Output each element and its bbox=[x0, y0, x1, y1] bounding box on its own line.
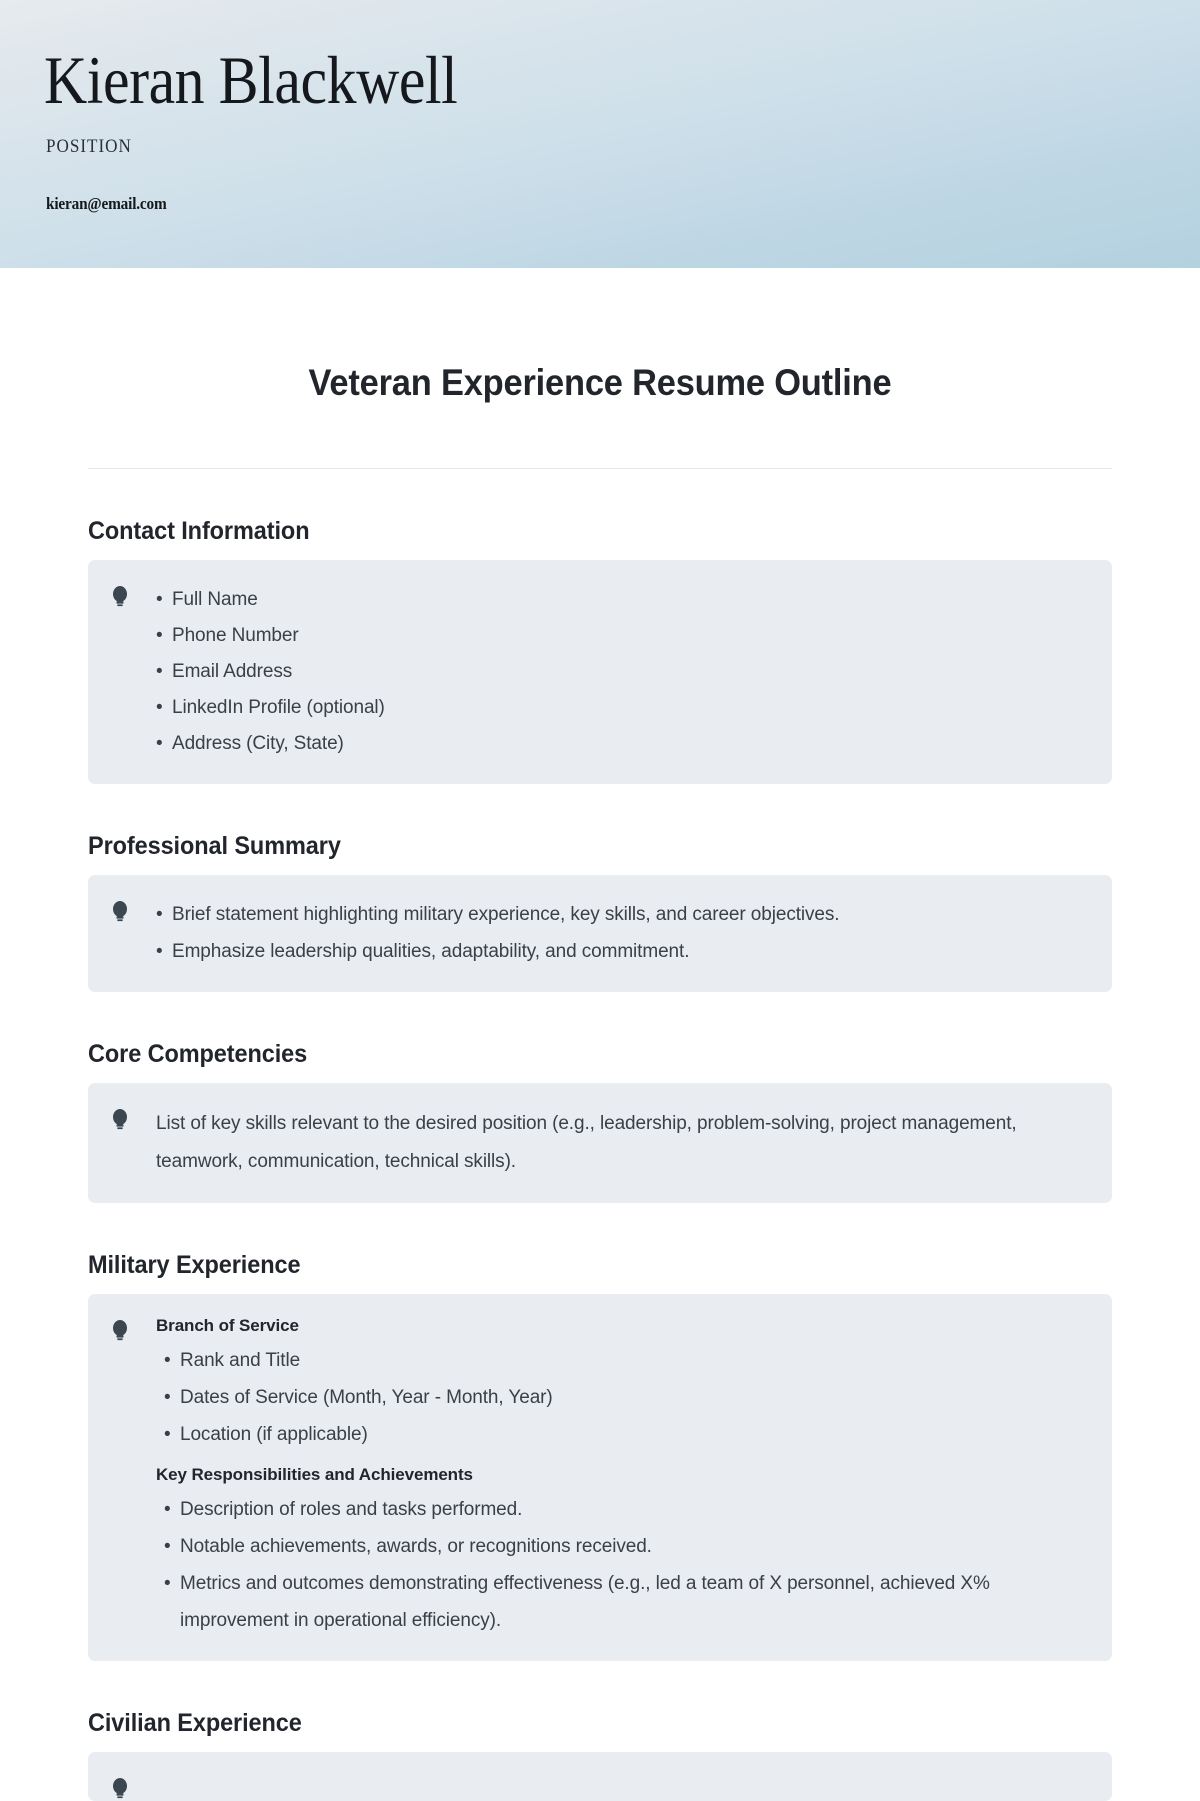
box-content: Branch of Service Rank and Title Dates o… bbox=[156, 1316, 1086, 1639]
list-item: Rank and Title bbox=[164, 1342, 1086, 1379]
section-core-competencies: Core Competencies List of key skills rel… bbox=[88, 1040, 1112, 1203]
list-item: Address (City, State) bbox=[156, 726, 1086, 762]
section-content-box bbox=[88, 1751, 1112, 1801]
paragraph-text: List of key skills relevant to the desir… bbox=[156, 1112, 1017, 1172]
list-item: Dates of Service (Month, Year - Month, Y… bbox=[164, 1379, 1086, 1416]
lightbulb-icon-column bbox=[110, 1105, 156, 1132]
box-content: Full Name Phone Number Email Address Lin… bbox=[156, 582, 1086, 763]
section-content-box: Brief statement highlighting military ex… bbox=[88, 875, 1112, 992]
person-name: Kieran Blackwell bbox=[44, 42, 458, 118]
document-body: Veteran Experience Resume Outline Contac… bbox=[0, 362, 1200, 1801]
lightbulb-icon bbox=[113, 1319, 127, 1340]
sub-heading-branch-of-service: Branch of Service bbox=[156, 1315, 299, 1335]
person-position-label: POSITION bbox=[46, 136, 132, 157]
sub-heading-key-responsibilities: Key Responsibilities and Achievements bbox=[156, 1464, 473, 1484]
list-item: Emphasize leadership qualities, adaptabi… bbox=[156, 934, 1086, 970]
section-content-box: Branch of Service Rank and Title Dates o… bbox=[88, 1293, 1112, 1661]
list-item: Notable achievements, awards, or recogni… bbox=[164, 1528, 1086, 1565]
lightbulb-icon-column bbox=[110, 582, 156, 609]
lightbulb-icon-column bbox=[110, 897, 156, 924]
page-title: Veteran Experience Resume Outline bbox=[308, 362, 892, 403]
section-heading: Professional Summary bbox=[88, 832, 341, 861]
list-item: Full Name bbox=[156, 582, 1086, 618]
list-item: Metrics and outcomes demonstrating effec… bbox=[164, 1565, 1086, 1639]
header-inner: Kieran Blackwell POSITION kieran@email.c… bbox=[0, 0, 1200, 214]
lightbulb-icon bbox=[113, 586, 127, 607]
resume-header-banner: Kieran Blackwell POSITION kieran@email.c… bbox=[0, 0, 1200, 268]
section-heading: Core Competencies bbox=[88, 1039, 308, 1068]
section-contact-information: Contact Information Full Name Phone Numb… bbox=[88, 517, 1112, 785]
section-civilian-experience: Civilian Experience bbox=[88, 1709, 1112, 1801]
section-content-box: List of key skills relevant to the desir… bbox=[88, 1082, 1112, 1203]
bullet-list: Full Name Phone Number Email Address Lin… bbox=[156, 582, 1086, 763]
lightbulb-icon bbox=[113, 1108, 127, 1129]
section-military-experience: Military Experience Branch of Service Ra… bbox=[88, 1251, 1112, 1661]
box-content: Brief statement highlighting military ex… bbox=[156, 897, 1086, 969]
section-professional-summary: Professional Summary Brief statement hig… bbox=[88, 832, 1112, 992]
title-divider bbox=[88, 468, 1112, 469]
section-heading: Contact Information bbox=[88, 517, 310, 545]
lightbulb-icon bbox=[113, 1777, 127, 1799]
list-item: Brief statement highlighting military ex… bbox=[156, 897, 1086, 933]
section-heading: Military Experience bbox=[88, 1250, 301, 1279]
list-item: Phone Number bbox=[156, 618, 1086, 654]
list-item: Email Address bbox=[156, 654, 1086, 690]
lightbulb-icon-column bbox=[110, 1316, 156, 1343]
list-item: Location (if applicable) bbox=[164, 1416, 1086, 1453]
list-item: Description of roles and tasks performed… bbox=[164, 1491, 1086, 1528]
list-item: LinkedIn Profile (optional) bbox=[156, 690, 1086, 726]
person-email: kieran@email.com bbox=[46, 194, 167, 213]
lightbulb-icon bbox=[113, 901, 127, 922]
section-content-box: Full Name Phone Number Email Address Lin… bbox=[88, 560, 1112, 785]
box-content: List of key skills relevant to the desir… bbox=[156, 1105, 1086, 1181]
lightbulb-icon-column bbox=[110, 1774, 156, 1801]
bullet-list-responsibilities: Description of roles and tasks performed… bbox=[164, 1491, 1086, 1639]
bullet-list-service-details: Rank and Title Dates of Service (Month, … bbox=[164, 1342, 1086, 1453]
bullet-list: Brief statement highlighting military ex… bbox=[156, 897, 1086, 969]
section-heading: Civilian Experience bbox=[88, 1708, 302, 1737]
